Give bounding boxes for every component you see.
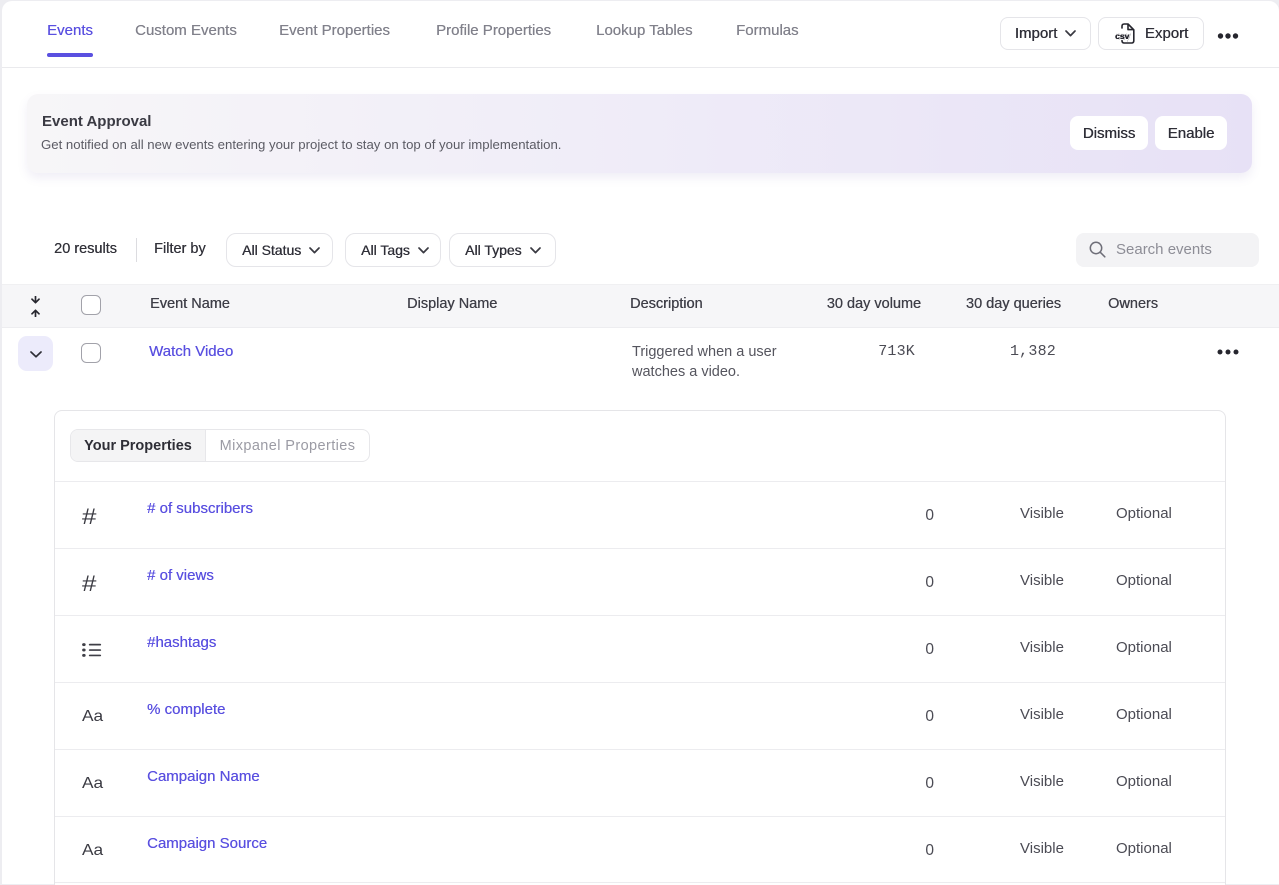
svg-text:csv: csv <box>1115 31 1129 41</box>
